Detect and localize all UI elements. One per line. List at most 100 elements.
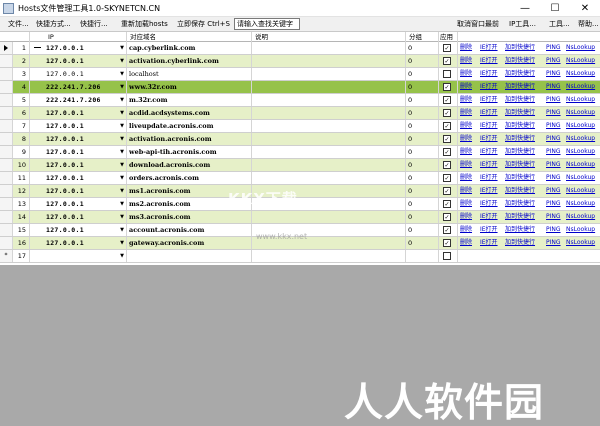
- add-quick-link[interactable]: 加到快捷行: [505, 146, 535, 158]
- menu-ip-tools[interactable]: IP工具...: [509, 19, 536, 29]
- ie-open-link[interactable]: IE打开: [480, 81, 498, 93]
- row-header[interactable]: [0, 81, 13, 93]
- ie-open-link[interactable]: IE打开: [480, 224, 498, 236]
- ie-open-link[interactable]: IE打开: [480, 68, 498, 80]
- delete-link[interactable]: 删除: [460, 146, 472, 158]
- group-cell[interactable]: 0: [406, 55, 439, 67]
- apply-checkbox[interactable]: ✓: [443, 239, 451, 247]
- ip-cell[interactable]: 127.0.0.1: [30, 42, 127, 54]
- apply-checkbox[interactable]: ✓: [443, 135, 451, 143]
- table-row[interactable]: 6 127.0.0.1 ▼ acdid.acdsystems.com 0 ✓ 删除 IE打开加…: [0, 107, 600, 120]
- apply-checkbox[interactable]: ✓: [443, 200, 451, 208]
- desc-cell[interactable]: [252, 55, 406, 67]
- apply-checkbox[interactable]: ✓: [443, 44, 451, 52]
- row-header[interactable]: [0, 198, 13, 210]
- menu-help[interactable]: 帮助...: [578, 19, 599, 29]
- ip-cell[interactable]: 127.0.0.1: [30, 133, 127, 145]
- add-quick-link[interactable]: 加到快捷行: [505, 68, 535, 80]
- desc-cell[interactable]: [252, 107, 406, 119]
- domain-cell[interactable]: ms3.acronis.com: [127, 211, 252, 223]
- group-cell[interactable]: 0: [406, 68, 439, 80]
- apply-checkbox[interactable]: ✓: [443, 187, 451, 195]
- desc-cell[interactable]: [252, 250, 406, 262]
- group-cell[interactable]: 0: [406, 146, 439, 158]
- add-quick-link[interactable]: 加到快捷行: [505, 120, 535, 132]
- group-cell[interactable]: 0: [406, 198, 439, 210]
- ping-link[interactable]: PING: [546, 94, 561, 106]
- group-cell[interactable]: 0: [406, 159, 439, 171]
- delete-link[interactable]: 删除: [460, 198, 472, 210]
- domain-cell[interactable]: www.32r.com: [127, 81, 252, 93]
- apply-checkbox[interactable]: ✓: [443, 161, 451, 169]
- apply-checkbox[interactable]: [443, 252, 451, 260]
- apply-checkbox[interactable]: ✓: [443, 96, 451, 104]
- add-quick-link[interactable]: 加到快捷行: [505, 55, 535, 67]
- save-button[interactable]: 立即保存 Ctrl+S: [177, 19, 230, 29]
- ie-open-link[interactable]: IE打开: [480, 94, 498, 106]
- desc-cell[interactable]: [252, 42, 406, 54]
- close-button[interactable]: ✕: [570, 0, 600, 17]
- domain-cell[interactable]: activation.acronis.com: [127, 133, 252, 145]
- ip-cell[interactable]: 127.0.0.1: [30, 120, 127, 132]
- delete-link[interactable]: 删除: [460, 185, 472, 197]
- ip-dropdown-icon[interactable]: ▼: [118, 83, 126, 91]
- desc-cell[interactable]: [252, 211, 406, 223]
- ie-open-link[interactable]: IE打开: [480, 120, 498, 132]
- add-quick-link[interactable]: 加到快捷行: [505, 198, 535, 210]
- new-row[interactable]: * 17 ▼: [0, 250, 600, 263]
- apply-checkbox[interactable]: ✓: [443, 226, 451, 234]
- header-ip[interactable]: IP: [30, 32, 127, 42]
- delete-link[interactable]: 删除: [460, 224, 472, 236]
- row-header[interactable]: [0, 237, 13, 249]
- menu-tools[interactable]: 工具...: [549, 19, 570, 29]
- ie-open-link[interactable]: IE打开: [480, 146, 498, 158]
- row-header[interactable]: [0, 68, 13, 80]
- ping-link[interactable]: PING: [546, 146, 561, 158]
- add-quick-link[interactable]: 加到快捷行: [505, 42, 535, 54]
- add-quick-link[interactable]: 加到快捷行: [505, 211, 535, 223]
- apply-checkbox[interactable]: [443, 70, 451, 78]
- group-cell[interactable]: 0: [406, 94, 439, 106]
- table-row[interactable]: 11 127.0.0.1 ▼ orders.acronis.com 0 ✓ 删除 IE打开 加到…: [0, 172, 600, 185]
- ip-cell[interactable]: 127.0.0.1: [30, 172, 127, 184]
- ip-cell[interactable]: 127.0.0.1: [30, 55, 127, 67]
- ip-dropdown-icon[interactable]: ▼: [118, 174, 126, 182]
- row-header[interactable]: [0, 146, 13, 158]
- delete-link[interactable]: 删除: [460, 159, 472, 171]
- table-row[interactable]: 2 127.0.0.1 ▼ activation.cyberlink.com 0 ✓ 删除 I…: [0, 55, 600, 68]
- header-desc[interactable]: 说明: [252, 32, 406, 42]
- ip-cell[interactable]: [30, 250, 127, 262]
- table-row[interactable]: 8 127.0.0.1 ▼ activation.acronis.com 0 ✓ 删除 IE打…: [0, 133, 600, 146]
- nslookup-link[interactable]: NsLookup: [566, 237, 595, 249]
- menu-quick-run[interactable]: 快捷行...: [80, 19, 108, 29]
- search-input[interactable]: 请输入查找关键字: [234, 18, 300, 30]
- table-row[interactable]: 13 127.0.0.1 ▼ ms2.acronis.com 0 ✓ 删除 IE打开 加到快捷行…: [0, 198, 600, 211]
- desc-cell[interactable]: [252, 120, 406, 132]
- row-header[interactable]: [0, 159, 13, 171]
- add-quick-link[interactable]: 加到快捷行: [505, 185, 535, 197]
- ping-link[interactable]: PING: [546, 120, 561, 132]
- ip-dropdown-icon[interactable]: ▼: [118, 148, 126, 156]
- ping-link[interactable]: PING: [546, 224, 561, 236]
- nslookup-link[interactable]: NsLookup: [566, 81, 595, 93]
- row-header[interactable]: [0, 185, 13, 197]
- minimize-button[interactable]: —: [510, 0, 540, 17]
- ping-link[interactable]: PING: [546, 81, 561, 93]
- ip-cell[interactable]: 127.0.0.1: [30, 185, 127, 197]
- add-quick-link[interactable]: 加到快捷行: [505, 159, 535, 171]
- ie-open-link[interactable]: IE打开: [480, 211, 498, 223]
- ip-dropdown-icon[interactable]: ▼: [118, 213, 126, 221]
- domain-cell[interactable]: liveupdate.acronis.com: [127, 120, 252, 132]
- group-cell[interactable]: 0: [406, 185, 439, 197]
- add-quick-link[interactable]: 加到快捷行: [505, 133, 535, 145]
- domain-cell[interactable]: account.acronis.com: [127, 224, 252, 236]
- ip-cell[interactable]: 127.0.0.1: [30, 224, 127, 236]
- group-cell[interactable]: 0: [406, 211, 439, 223]
- table-row[interactable]: 5 222.241.7.206 ▼ m.32r.com 0 ✓ 删除 IE打开 加到快捷行 PIN…: [0, 94, 600, 107]
- ie-open-link[interactable]: IE打开: [480, 159, 498, 171]
- ip-cell[interactable]: 222.241.7.206: [30, 94, 127, 106]
- ie-open-link[interactable]: IE打开: [480, 55, 498, 67]
- domain-cell[interactable]: localhost: [127, 68, 252, 80]
- ping-link[interactable]: PING: [546, 68, 561, 80]
- ip-dropdown-icon[interactable]: ▼: [118, 57, 126, 65]
